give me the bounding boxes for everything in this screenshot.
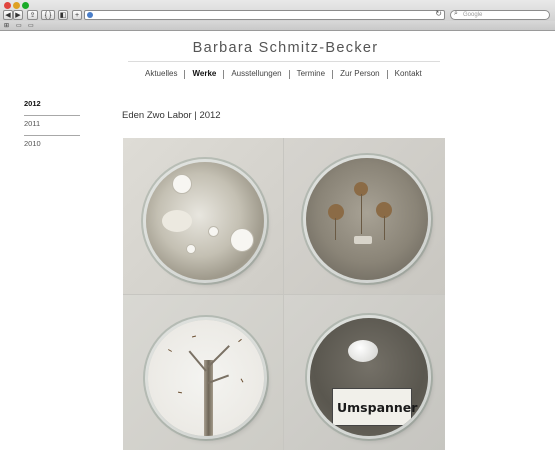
- minimize-window-button[interactable]: [13, 2, 20, 9]
- work-title: Eden Zwo Labor | 2012: [122, 110, 221, 121]
- year-link-2010[interactable]: 2010: [24, 138, 80, 155]
- sphere-shape: [208, 226, 219, 237]
- reading-list-icon[interactable]: ▭: [28, 22, 34, 29]
- back-button[interactable]: ◀: [3, 10, 13, 20]
- site-title[interactable]: Barbara Schmitz-Becker: [0, 40, 555, 56]
- leaf-shape: [168, 349, 172, 352]
- sphere-shape: [172, 174, 192, 194]
- sphere-shape: [186, 244, 196, 254]
- branch-shape: [207, 345, 230, 368]
- petri-dish-seeds: [306, 158, 428, 280]
- year-link-2012[interactable]: 2012: [24, 98, 80, 116]
- seed-shape: [328, 204, 344, 220]
- nav-item-aktuelles[interactable]: Aktuelles: [138, 69, 184, 79]
- nav-item-werke[interactable]: Werke: [185, 69, 223, 79]
- leaf-shape: [240, 378, 244, 383]
- nav-item-ausstellungen[interactable]: Ausstellungen: [224, 69, 288, 79]
- bookmarks-bar: [0, 21, 555, 30]
- stem-shape: [335, 218, 336, 240]
- panel-divider: [123, 294, 445, 295]
- umspanner-sign: Umspanner 1: [332, 388, 428, 426]
- egg-shape: [348, 340, 378, 362]
- nav-item-zur-person[interactable]: Zur Person: [333, 69, 387, 79]
- petri-dish-tree: [148, 320, 264, 436]
- leaf-shape: [238, 338, 242, 343]
- search-field[interactable]: ⌕ Google: [450, 10, 550, 20]
- artwork-image[interactable]: Umspanner 1: [123, 138, 445, 450]
- bookmarks-button[interactable]: ◧: [58, 10, 68, 20]
- reload-icon[interactable]: ↻: [435, 9, 442, 18]
- year-sidebar: 2012 2011 2010: [24, 98, 80, 157]
- leaf-shape: [177, 391, 183, 394]
- main-navigation: Aktuelles Werke Ausstellungen Termine Zu…: [138, 68, 429, 80]
- nav-item-termine[interactable]: Termine: [290, 69, 332, 79]
- top-sites-icon[interactable]: ⊞: [4, 22, 9, 29]
- nav-item-kontakt[interactable]: Kontakt: [388, 69, 429, 79]
- globe-icon: [87, 12, 93, 18]
- add-bookmark-button[interactable]: +: [72, 10, 82, 20]
- search-icon: ⌕: [454, 10, 458, 17]
- close-window-button[interactable]: [4, 2, 11, 9]
- forward-button[interactable]: ▶: [13, 10, 23, 20]
- address-bar[interactable]: ↻: [84, 9, 445, 20]
- share-button[interactable]: ⇪: [27, 10, 38, 20]
- petri-dish-umspanner: Umspanner 1: [310, 318, 428, 436]
- petri-dish-mould: [146, 162, 264, 280]
- search-placeholder: Google: [463, 12, 483, 18]
- figure-shape: [354, 236, 372, 244]
- leaf-shape: [191, 335, 197, 338]
- reader-button[interactable]: { }: [41, 10, 55, 20]
- stem-shape: [384, 216, 385, 240]
- sphere-shape: [230, 228, 254, 252]
- bookmark-icon[interactable]: ▭: [16, 22, 22, 29]
- year-link-2011[interactable]: 2011: [24, 118, 80, 136]
- title-divider: [128, 61, 440, 62]
- stem-shape: [361, 194, 362, 234]
- mould-patch: [162, 210, 192, 232]
- zoom-window-button[interactable]: [22, 2, 29, 9]
